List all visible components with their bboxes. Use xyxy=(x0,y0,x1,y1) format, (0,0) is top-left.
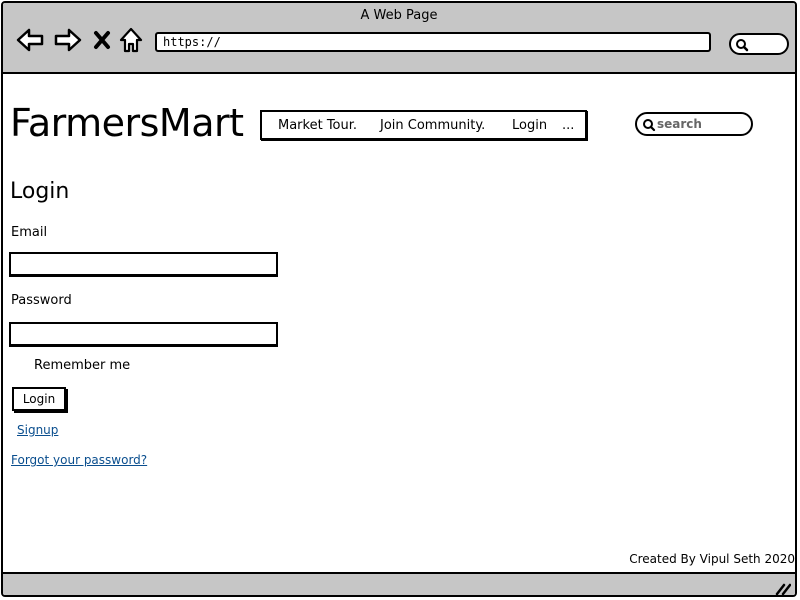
footer-credit: Created By Vipul Seth 2020 xyxy=(629,552,795,566)
forgot-password-link[interactable]: Forgot your password? xyxy=(11,453,147,467)
password-label: Password xyxy=(11,293,72,308)
home-icon[interactable] xyxy=(117,25,147,55)
browser-toolbar: A Web Page https:// xyxy=(3,3,795,74)
resize-grip-icon[interactable] xyxy=(775,581,792,595)
window-title: A Web Page xyxy=(360,8,438,23)
menu-item-market-tour[interactable]: Market Tour. xyxy=(278,118,357,133)
url-input[interactable]: https:// xyxy=(155,32,711,52)
search-icon xyxy=(736,39,749,52)
site-search xyxy=(635,112,753,136)
menu-item-login[interactable]: Login xyxy=(512,118,547,133)
back-arrow-icon[interactable] xyxy=(15,25,45,55)
status-bar xyxy=(3,572,795,595)
site-logo[interactable]: FarmersMart xyxy=(10,101,244,145)
login-button[interactable]: Login xyxy=(12,387,66,411)
browser-window: A Web Page https:// FarmersMart Market T… xyxy=(1,1,797,597)
forward-arrow-icon[interactable] xyxy=(53,25,83,55)
email-field-box xyxy=(9,252,278,276)
site-menu: Market Tour. Join Community. Login ... xyxy=(260,110,587,140)
menu-item-more[interactable]: ... xyxy=(562,118,574,133)
menu-item-join-community[interactable]: Join Community. xyxy=(380,118,485,133)
search-icon xyxy=(643,119,656,132)
password-field[interactable] xyxy=(11,325,276,345)
search-input[interactable] xyxy=(657,116,745,132)
email-field[interactable] xyxy=(11,255,276,275)
browser-search-button[interactable] xyxy=(729,33,789,55)
page-title: Login xyxy=(10,179,70,204)
password-field-box xyxy=(9,322,278,346)
email-label: Email xyxy=(11,225,48,240)
signup-link[interactable]: Signup xyxy=(17,423,58,437)
remember-me-label[interactable]: Remember me xyxy=(34,358,130,373)
